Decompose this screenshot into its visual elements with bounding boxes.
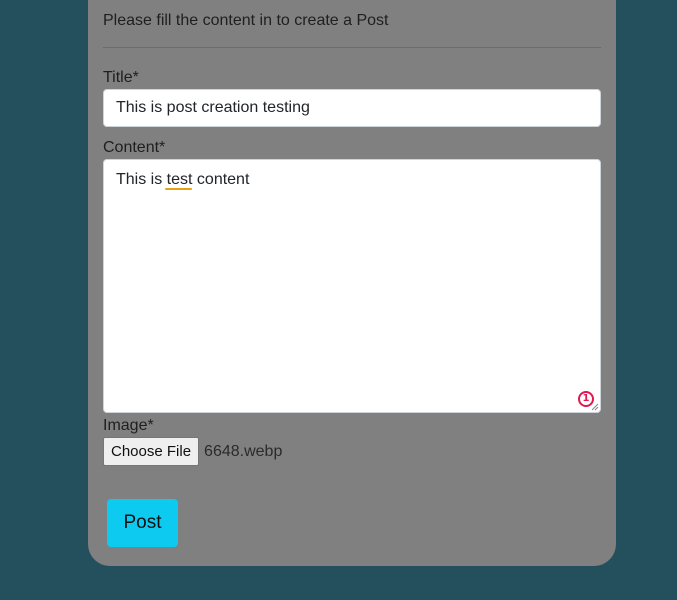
title-label: Title*	[103, 69, 139, 86]
content-textarea-value: This is test content	[116, 170, 588, 190]
title-input[interactable]: This is post creation testing	[103, 89, 601, 127]
title-input-value: This is post creation testing	[116, 99, 310, 116]
content-text-after: content	[192, 171, 250, 188]
post-form-card: Please fill the content in to create a P…	[88, 0, 616, 566]
selected-file-name: 6648.webp	[204, 442, 283, 460]
post-button[interactable]: Post	[107, 499, 178, 547]
divider	[103, 47, 601, 48]
misspelled-word[interactable]: test	[167, 171, 193, 188]
spellcheck-underline	[165, 188, 192, 190]
image-label: Image*	[103, 417, 154, 434]
choose-file-button[interactable]: Choose File	[103, 437, 200, 466]
image-file-input: Choose File 6648.webp	[103, 437, 282, 466]
content-textarea[interactable]: This is test content 1	[103, 159, 601, 413]
content-label: Content*	[103, 139, 166, 156]
form-intro-text: Please fill the content in to create a P…	[103, 12, 389, 29]
content-text-before: This is	[116, 171, 167, 188]
resize-handle-icon[interactable]	[591, 403, 599, 411]
